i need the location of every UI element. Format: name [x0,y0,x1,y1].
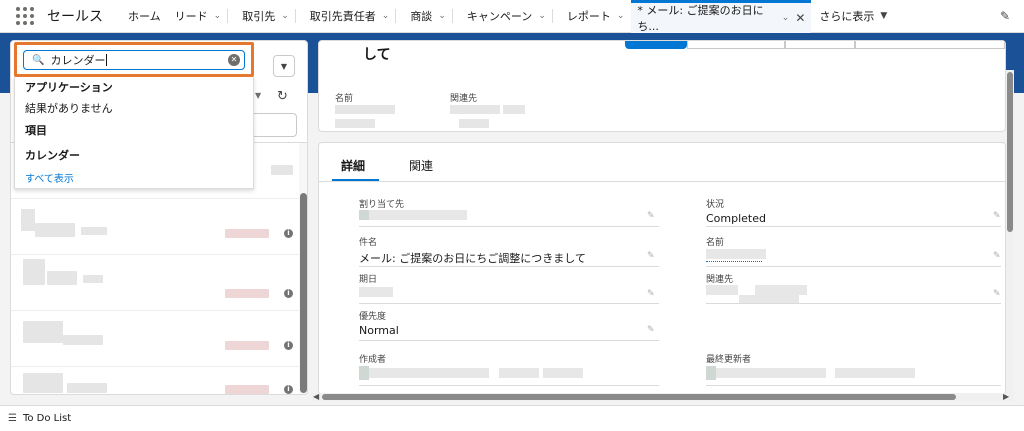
tab-related[interactable]: 関連 [409,157,433,174]
field-name-label: 名前 [706,238,725,248]
chevron-down-icon[interactable]: ⌄ [214,11,222,21]
field-status-value: Completed [706,212,766,225]
field-related-label: 関連先 [706,275,734,285]
edit-pencil-icon[interactable]: ✎ [993,289,1001,299]
list-item[interactable]: i [11,311,299,367]
caret-down-icon: ▼ [880,11,888,21]
nav-item-home[interactable]: ホーム [121,0,168,33]
edit-nav-icon[interactable]: ✎ [1000,9,1010,23]
app-launcher-icon[interactable] [15,6,35,26]
show-all-link[interactable]: すべて表示 [25,170,74,185]
field-due-label: 期日 [359,275,378,285]
nav-item-contacts[interactable]: 取引先責任者 ⌄ [303,0,404,33]
refresh-icon[interactable]: ↻ [277,89,288,104]
nav-item-campaigns[interactable]: キャンペーン ⌄ [460,0,560,33]
search-icon: 🔍 [32,54,45,66]
clear-search-icon[interactable]: ✕ [228,54,240,66]
field-priority-value: Normal [359,324,399,337]
more-tabs-button[interactable]: さらに表示 ▼ [811,8,895,24]
edit-pencil-icon[interactable]: ✎ [647,289,655,299]
action-buttons [625,41,1005,49]
chevron-down-icon[interactable]: ⌄ [281,11,289,21]
chevron-down-icon[interactable]: ⌄ [617,11,625,21]
list-search-input[interactable] [251,113,297,137]
edit-pencil-icon[interactable]: ✎ [993,251,1001,261]
edit-pencil-icon[interactable]: ✎ [647,251,655,261]
info-icon[interactable]: i [284,385,293,394]
sort-chevron-icon[interactable]: ▼ [255,91,261,100]
page-vertical-scrollbar-thumb[interactable] [1007,72,1013,232]
tab-detail[interactable]: 詳細 [341,157,365,174]
details-card: 詳細 関連 割り当て先 ✎ 状況 Completed ✎ 件名 メール: ご提案… [318,142,1006,395]
todo-list-button[interactable]: To Do List [23,413,71,424]
nav-item-opportunities[interactable]: 商談 ⌄ [403,0,460,33]
search-highlight: 🔍 カレンダー ✕ [14,42,254,77]
result-calendar[interactable]: カレンダー [25,147,80,163]
tab-email-record[interactable]: * メール: ご提案のお日にち... ⌄ ✕ [631,0,812,33]
field-status-label: 状況 [706,200,725,210]
close-icon[interactable]: ✕ [795,11,805,25]
chevron-down-icon[interactable]: ⌄ [538,11,546,21]
field-priority-label: 優先度 [359,312,387,322]
header-name-label: 名前 [335,94,354,104]
chevron-down-icon[interactable]: ⌄ [438,11,446,21]
record-title: して [363,47,391,63]
todo-list-icon: ☰ [8,413,17,424]
list-item[interactable]: i [11,255,299,311]
field-modified-label: 最終更新者 [706,355,752,365]
search-input[interactable]: 🔍 カレンダー ✕ [23,50,245,70]
section-applications: アプリケーション [25,81,113,94]
action-button[interactable] [687,41,785,49]
global-navigation: セールス ホーム リード ⌄ 取引先 ⌄ 取引先責任者 ⌄ 商談 ⌄ キャンペー… [0,0,1024,33]
field-assigned-label: 割り当て先 [359,200,405,210]
info-icon[interactable]: i [284,289,293,298]
field-subject-label: 件名 [359,238,378,248]
no-results-text: 結果がありません [25,102,113,115]
nav-item-leads[interactable]: リード ⌄ [168,0,236,33]
info-icon[interactable]: i [284,341,293,350]
list-item[interactable]: i [11,199,299,255]
header-related-label: 関連先 [450,94,478,104]
list-item[interactable]: i [11,367,299,394]
list-scrollbar-thumb[interactable] [300,193,307,393]
scroll-left-arrow-icon[interactable]: ◀ [313,392,319,401]
action-button[interactable] [785,41,855,49]
record-header: して 名前 関連先 [318,40,1006,132]
scroll-right-arrow-icon[interactable]: ▶ [1003,392,1009,401]
complete-button[interactable] [625,41,687,49]
utility-bar: ☰ To Do List [0,405,1024,431]
chevron-down-icon[interactable]: ⌄ [782,13,790,23]
edit-pencil-icon[interactable]: ✎ [993,211,1001,221]
info-icon[interactable]: i [284,229,293,238]
section-items: 項目 [25,124,47,137]
action-button[interactable] [855,41,1005,49]
edit-pencil-icon[interactable]: ✎ [647,325,655,335]
nav-item-reports[interactable]: レポート ⌄ [560,0,632,33]
list-view-dropdown-button[interactable]: ▼ [273,55,295,77]
field-subject-value: メール: ご提案のお日にちご調整につきまして [359,252,586,265]
field-created-label: 作成者 [359,355,387,365]
app-name: セールス [47,9,103,25]
page-horizontal-scrollbar-thumb[interactable] [322,394,956,400]
search-results-dropdown: アプリケーション 結果がありません 項目 カレンダー すべて表示 [14,77,254,189]
edit-pencil-icon[interactable]: ✎ [647,211,655,221]
chevron-down-icon[interactable]: ⌄ [382,11,390,21]
nav-item-accounts[interactable]: 取引先 ⌄ [235,0,303,33]
